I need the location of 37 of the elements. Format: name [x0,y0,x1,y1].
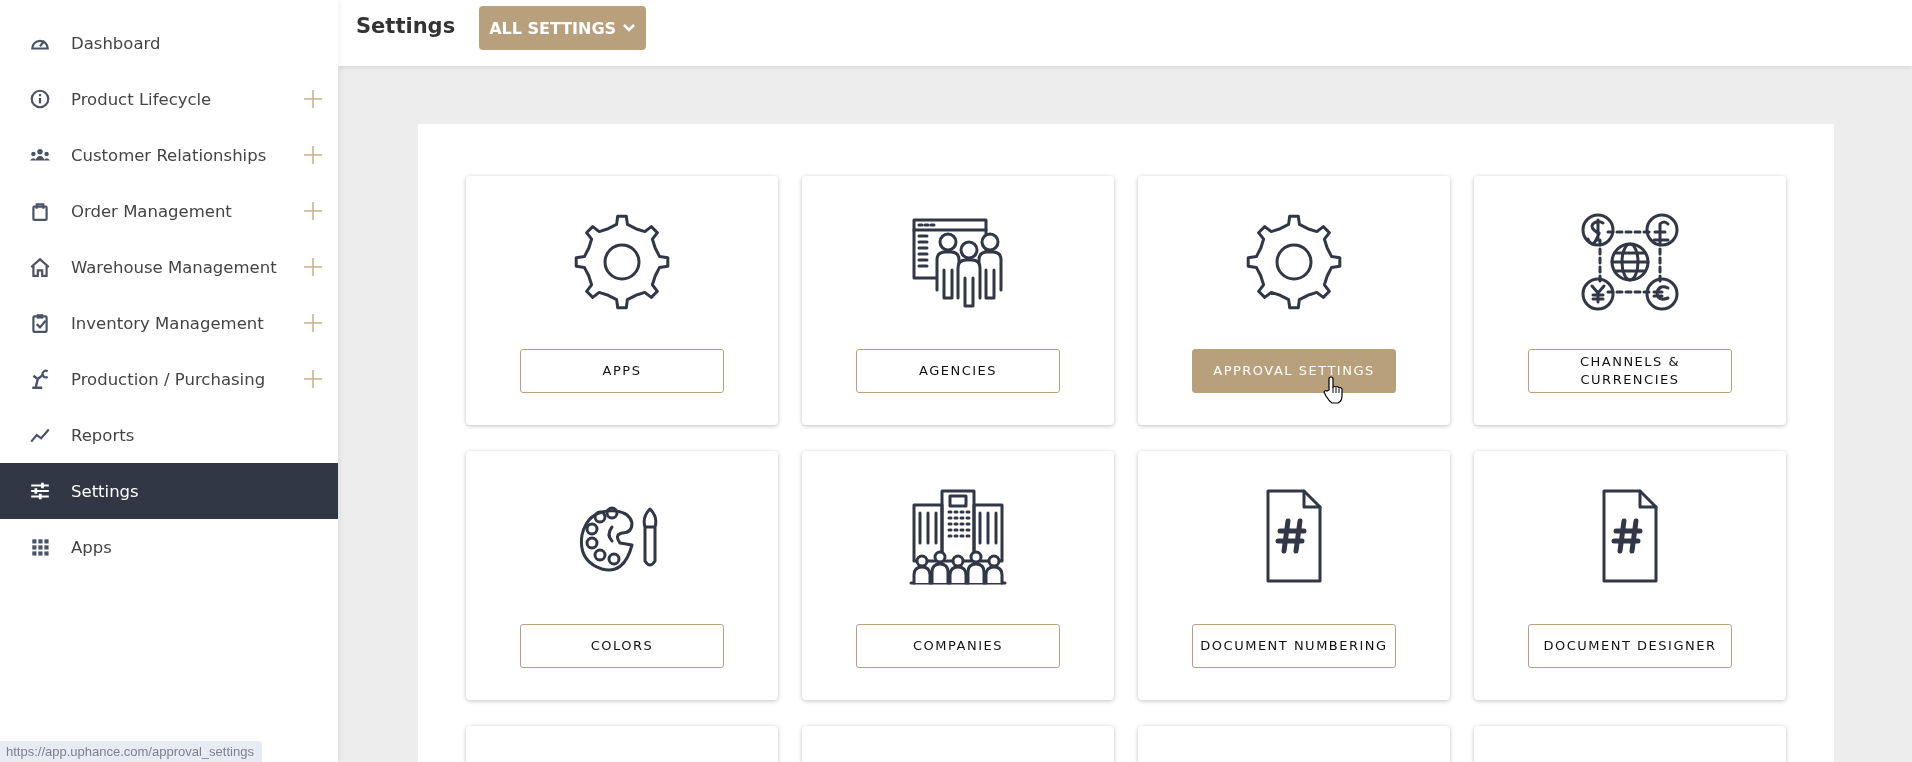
plus-icon[interactable] [302,256,324,278]
office-building-icon [908,487,1008,587]
plus-icon[interactable] [302,88,324,110]
page-title: Settings [356,14,456,38]
settings-link-button[interactable]: AGENCIES [856,349,1060,393]
gear-icon [1244,212,1344,312]
sidebar-item[interactable]: Customer Relationships [0,127,338,183]
sidebar-item[interactable]: Reports [0,407,338,463]
settings-link-button[interactable]: COLORS [520,624,724,668]
bag-icon [29,200,51,222]
sidebar-item[interactable]: Dashboard [0,15,338,71]
clipboard-check-icon [29,312,51,334]
settings-link-button[interactable]: CHANNELS & CURRENCIES [1528,349,1732,393]
status-url: https://app.uphance.com/approval_settings [0,741,262,762]
sidebar-item[interactable]: Order Management [0,183,338,239]
sidebar-item[interactable]: Settings [0,463,338,519]
plus-icon[interactable] [302,200,324,222]
hand-cursor-icon [1322,376,1344,404]
sidebar-item[interactable]: Production / Purchasing [0,351,338,407]
settings-link-button[interactable]: DOCUMENT NUMBERING [1192,624,1396,668]
gear-icon [572,212,672,312]
robot-arm-icon [29,368,51,390]
sidebar-item[interactable]: Inventory Management [0,295,338,351]
house-icon [29,256,51,278]
settings-link-button[interactable]: COMPANIES [856,624,1060,668]
settings-link-button[interactable]: DOCUMENT DESIGNER [1528,624,1732,668]
sliders-icon [29,480,51,502]
plus-icon[interactable] [302,368,324,390]
sidebar-item[interactable]: Apps [0,519,338,575]
sidebar-item[interactable]: Warehouse Management [0,239,338,295]
settings-link-button[interactable]: APPS [520,349,724,393]
info-icon [29,88,51,110]
currency-globe-icon [1580,212,1680,312]
grid-icon [29,536,51,558]
plus-icon[interactable] [302,144,324,166]
plus-icon[interactable] [302,312,324,334]
sidebar-item[interactable]: Product Lifecycle [0,71,338,127]
